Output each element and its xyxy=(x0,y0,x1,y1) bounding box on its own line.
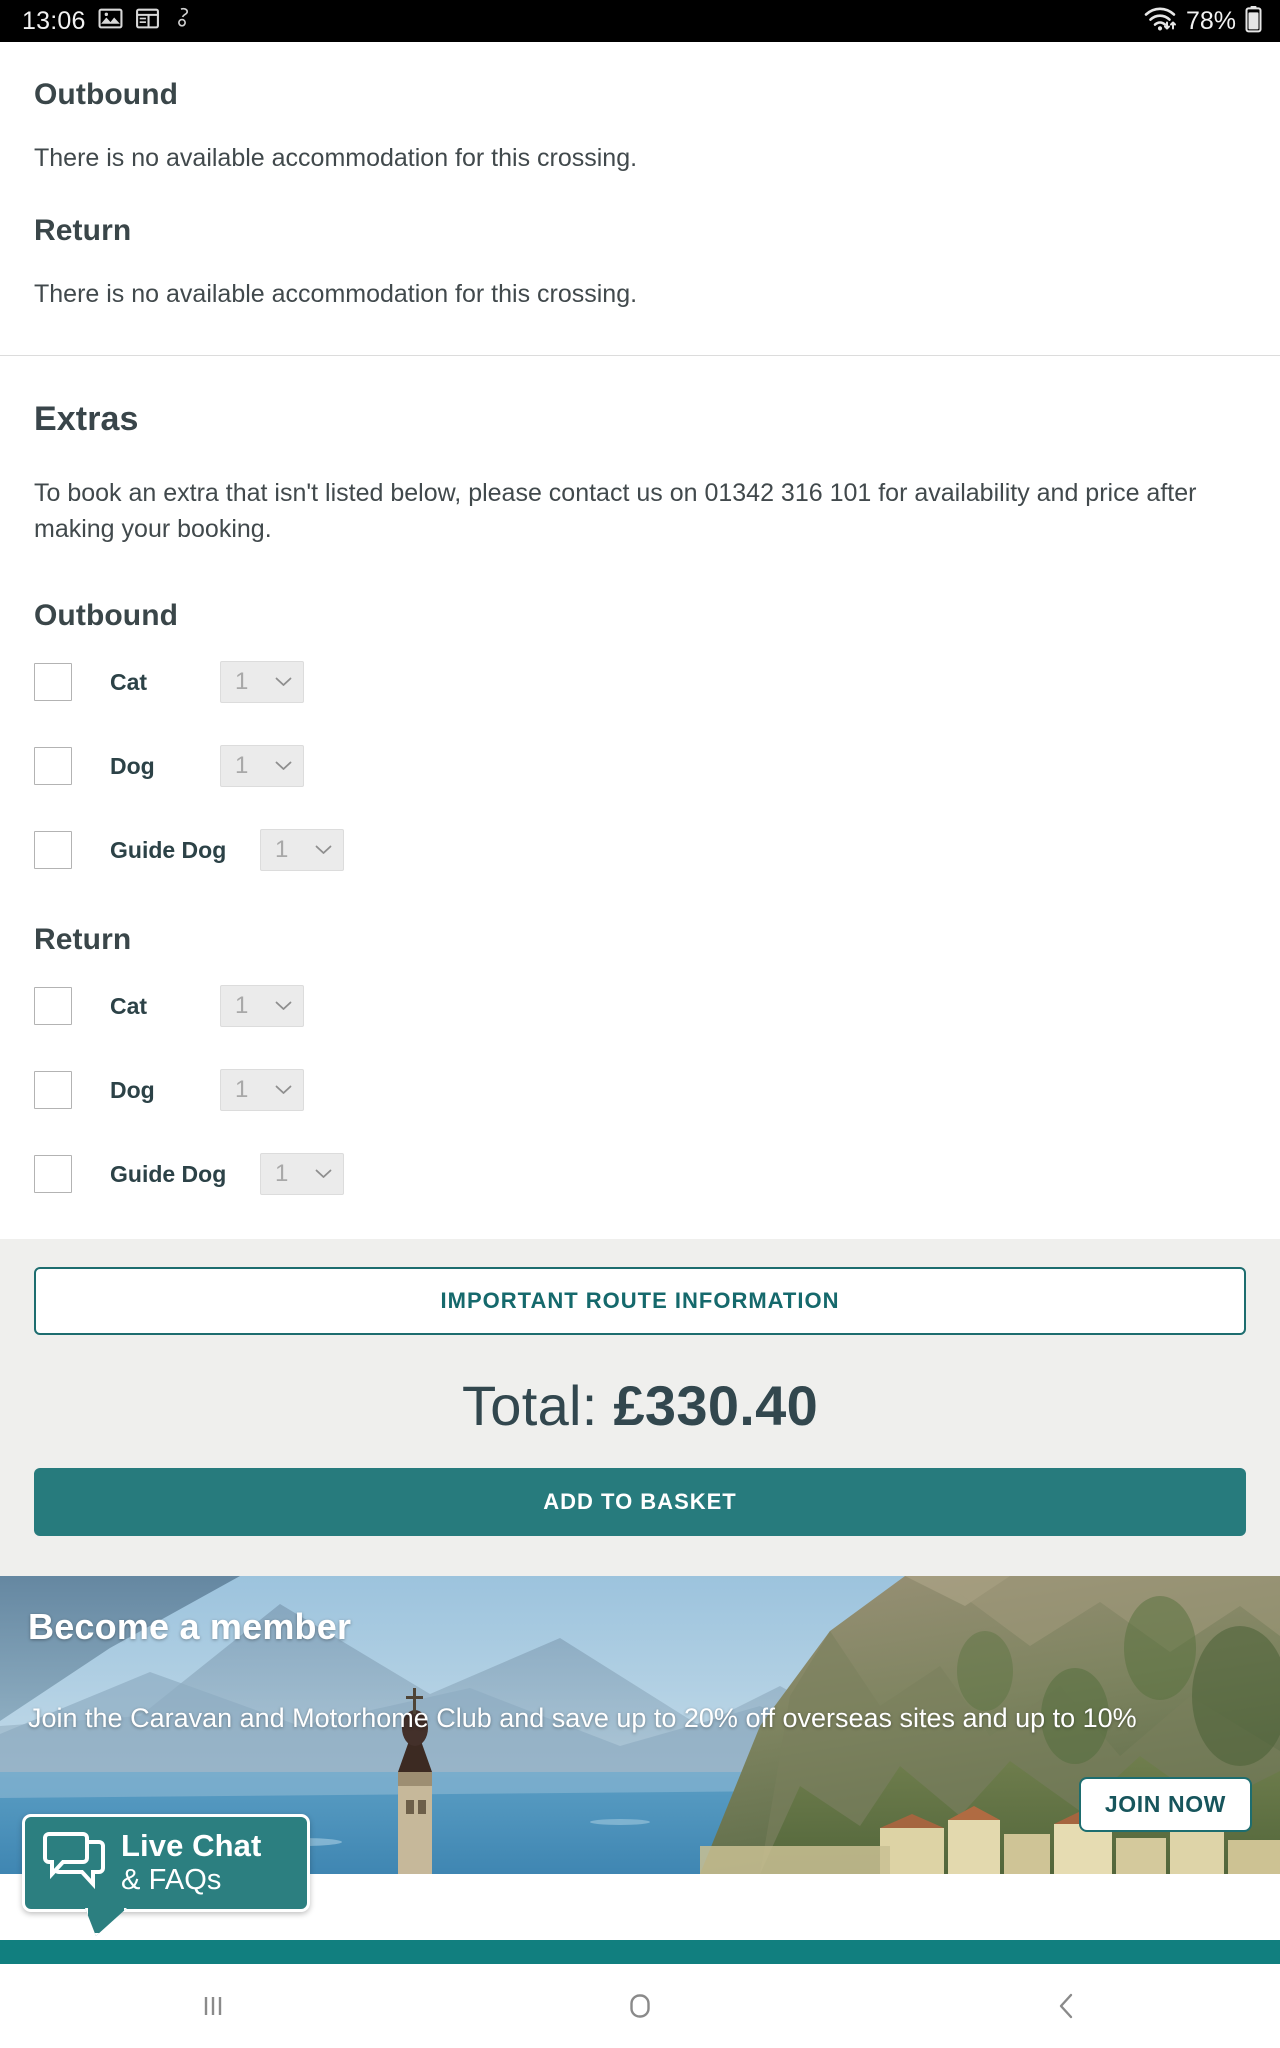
accommodation-return-message: There is no available accommodation for … xyxy=(34,280,638,309)
live-chat-title: Live Chat xyxy=(121,1828,262,1864)
extras-row-return-guide-dog[interactable]: Guide Dog 1 xyxy=(34,1153,1246,1195)
extras-outbound-list: Cat 1 Dog 1 Guide Dog 1 xyxy=(34,661,1246,871)
checkbox-return-dog[interactable] xyxy=(34,1071,72,1109)
join-now-button[interactable]: JOIN NOW xyxy=(1078,1777,1252,1832)
quantity-value: 1 xyxy=(235,1076,249,1103)
extras-label-return-guide-dog: Guide Dog xyxy=(110,1160,227,1187)
banner-subtitle: Join the Caravan and Motorhome Club and … xyxy=(28,1703,1137,1733)
checkout-footer: IMPORTANT ROUTE INFORMATION Total: £330.… xyxy=(0,1239,1280,1576)
live-chat-subtitle: & FAQs xyxy=(121,1864,222,1897)
quantity-value: 1 xyxy=(275,836,289,863)
phone-screen: 13:06 78% Outbound There is no available… xyxy=(0,0,1280,2048)
nav-home-button[interactable] xyxy=(427,1964,854,2048)
extras-label-return-cat: Cat xyxy=(110,992,148,1019)
extras-row-outbound-cat[interactable]: Cat 1 xyxy=(34,661,1246,703)
extras-return-list: Cat 1 Dog 1 Guide Dog 1 xyxy=(34,985,1246,1195)
page-content: Outbound There is no available accommoda… xyxy=(0,42,1280,1874)
live-chat-labels: Live Chat & FAQs xyxy=(121,1829,261,1896)
accommodation-return-heading: Return xyxy=(34,214,132,248)
quantity-value: 1 xyxy=(235,752,249,779)
extras-row-outbound-dog[interactable]: Dog 1 xyxy=(34,745,1246,787)
speech-tail xyxy=(85,1908,127,1936)
battery-percent: 78% xyxy=(1185,6,1236,35)
chevron-down-icon xyxy=(275,677,292,686)
chevron-down-icon xyxy=(315,1169,332,1178)
extras-label-outbound-dog: Dog xyxy=(110,752,155,779)
section-divider xyxy=(0,354,1280,356)
checkbox-return-cat[interactable] xyxy=(34,987,72,1025)
status-bar-right: 78% xyxy=(1143,5,1262,38)
quantity-select-return-dog[interactable]: 1 xyxy=(220,1069,304,1111)
banner-title: Become a member xyxy=(28,1606,352,1647)
back-icon xyxy=(1059,1993,1072,2019)
nav-back-button[interactable] xyxy=(853,1964,1280,2048)
extras-heading: Extras xyxy=(34,399,139,438)
checkbox-outbound-cat[interactable] xyxy=(34,663,72,701)
status-bar: 13:06 78% xyxy=(0,0,1280,42)
android-nav-bar xyxy=(0,1964,1280,2048)
chat-bubbles-icon xyxy=(41,1830,107,1897)
quantity-value: 1 xyxy=(275,1160,289,1187)
total-display: Total: £330.40 xyxy=(34,1373,1246,1438)
extras-row-outbound-guide-dog[interactable]: Guide Dog 1 xyxy=(34,829,1246,871)
extras-row-return-dog[interactable]: Dog 1 xyxy=(34,1069,1246,1111)
wifi-icon xyxy=(1143,5,1177,38)
extras-row-return-cat[interactable]: Cat 1 xyxy=(34,985,1246,1027)
chevron-down-icon xyxy=(315,845,332,854)
extras-label-outbound-cat: Cat xyxy=(110,668,148,695)
accommodation-outbound-heading: Outbound xyxy=(34,78,179,111)
image-icon xyxy=(98,6,123,36)
app-bottom-strip xyxy=(0,1940,1280,1964)
accommodation-section: Outbound There is no available accommoda… xyxy=(0,78,1280,313)
extras-section: Extras To book an extra that isn't liste… xyxy=(0,400,1280,1240)
extras-return-heading: Return xyxy=(34,923,132,956)
chevron-down-icon xyxy=(275,761,292,770)
battery-icon xyxy=(1245,5,1262,38)
accommodation-outbound-message: There is no available accommodation for … xyxy=(34,144,638,172)
recents-icon xyxy=(205,1997,222,2015)
banner-text-block: Become a member Join the Caravan and Mot… xyxy=(28,1606,1228,1736)
home-icon xyxy=(630,1994,650,2018)
checkbox-return-guide-dog[interactable] xyxy=(34,1155,72,1193)
quantity-value: 1 xyxy=(235,668,249,695)
quantity-select-return-cat[interactable]: 1 xyxy=(220,985,304,1027)
checkbox-outbound-dog[interactable] xyxy=(34,747,72,785)
nav-recents-button[interactable] xyxy=(0,1964,427,2048)
total-amount: £330.40 xyxy=(613,1374,819,1437)
quantity-select-outbound-dog[interactable]: 1 xyxy=(220,745,304,787)
chevron-down-icon xyxy=(275,1001,292,1010)
layout-icon xyxy=(135,6,160,36)
status-bar-left: 13:06 xyxy=(22,6,192,36)
quantity-select-return-guide-dog[interactable]: 1 xyxy=(260,1153,344,1195)
clock: 13:06 xyxy=(22,6,86,35)
important-route-information-button[interactable]: IMPORTANT ROUTE INFORMATION xyxy=(34,1267,1246,1335)
quantity-select-outbound-guide-dog[interactable]: 1 xyxy=(260,829,344,871)
extras-outbound-heading: Outbound xyxy=(34,599,179,632)
live-chat-widget[interactable]: Live Chat & FAQs xyxy=(22,1814,310,1936)
quantity-select-outbound-cat[interactable]: 1 xyxy=(220,661,304,703)
checkbox-outbound-guide-dog[interactable] xyxy=(34,831,72,869)
signal-icon xyxy=(172,6,192,36)
extras-intro: To book an extra that isn't listed below… xyxy=(34,478,1197,543)
extras-label-outbound-guide-dog: Guide Dog xyxy=(110,836,227,863)
add-to-basket-button[interactable]: ADD TO BASKET xyxy=(34,1468,1246,1536)
chevron-down-icon xyxy=(275,1085,292,1094)
total-label: Total: xyxy=(461,1374,598,1437)
extras-label-return-dog: Dog xyxy=(110,1076,155,1103)
quantity-value: 1 xyxy=(235,992,249,1019)
